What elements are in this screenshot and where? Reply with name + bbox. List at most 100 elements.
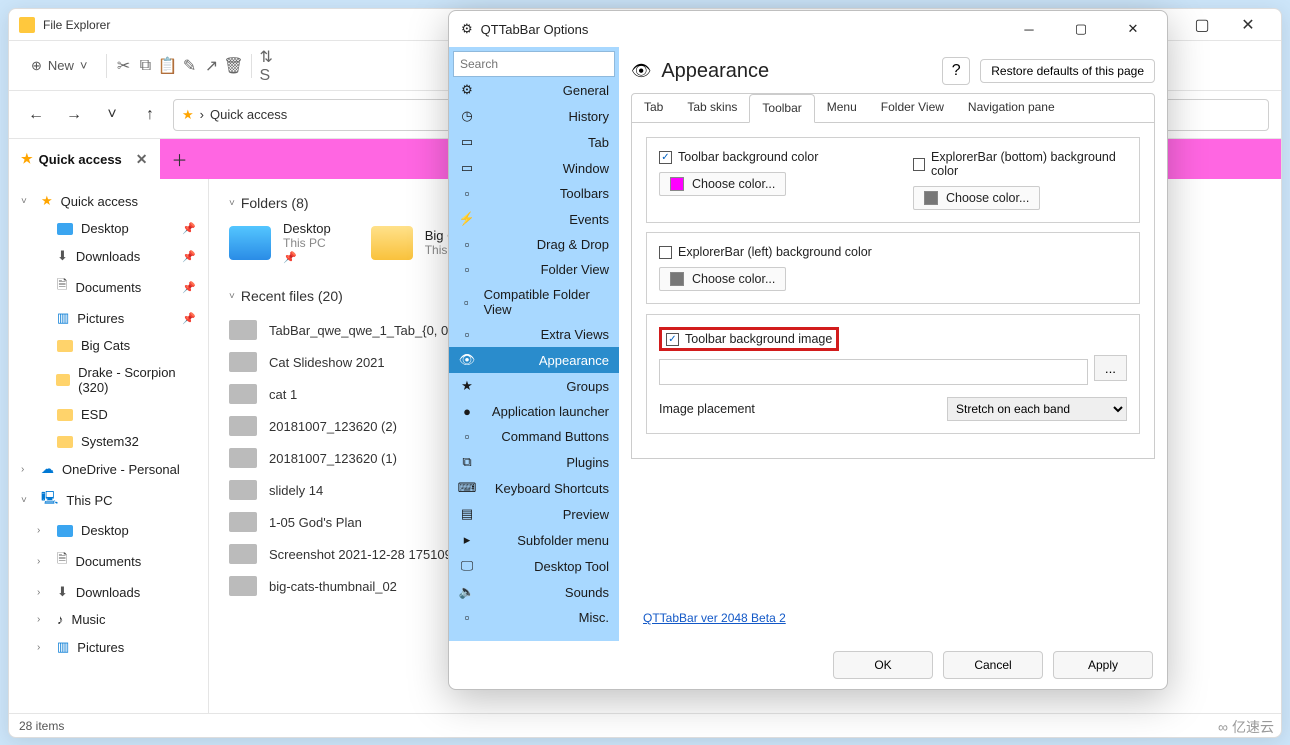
restore-defaults-button[interactable]: Restore defaults of this page [980, 59, 1155, 83]
category-item[interactable]: ▸Subfolder menu [449, 527, 619, 553]
category-item[interactable]: ▫Command Buttons [449, 424, 619, 449]
category-item[interactable]: ◷History [449, 103, 619, 129]
category-item[interactable]: ⌨Keyboard Shortcuts [449, 475, 619, 501]
page-heading: Appearance [661, 60, 932, 83]
delete-icon[interactable]: 🗑 [225, 56, 243, 76]
appearance-tab[interactable]: Navigation pane [956, 94, 1067, 122]
close-button[interactable]: ✕ [1225, 10, 1271, 40]
new-tab-button[interactable]: ＋ [160, 139, 200, 179]
category-item[interactable]: ▫Drag & Drop [449, 232, 619, 257]
up-button[interactable]: ↑ [135, 100, 165, 130]
category-item[interactable]: ★Groups [449, 373, 619, 399]
sort-icon[interactable]: ⇅ S [260, 47, 278, 85]
copy-icon[interactable]: ⧉ [137, 57, 155, 75]
grey-swatch [670, 272, 684, 286]
tab-close-icon[interactable]: ✕ [136, 151, 148, 168]
apply-button[interactable]: Apply [1053, 651, 1153, 679]
sidebar-item[interactable]: 🗎Documents📌 [9, 270, 208, 304]
category-item[interactable]: ▭Tab [449, 129, 619, 155]
gear-icon: ⚙ [461, 21, 473, 37]
dialog-titlebar: ⚙ QTTabBar Options ─ ▢ ✕ [449, 11, 1167, 47]
sidebar-item[interactable]: System32 [9, 428, 208, 455]
recent-button[interactable]: ˅ [97, 100, 127, 130]
tab-quick-access[interactable]: ★Quick access✕ [9, 139, 160, 179]
explorerbar-left-checkbox[interactable]: ExplorerBar (left) background color [659, 245, 1127, 259]
category-item[interactable]: 🔈Sounds [449, 579, 619, 605]
sidebar-item[interactable]: ⬇Downloads📌 [9, 242, 208, 270]
category-item[interactable]: ⚡Events [449, 206, 619, 232]
sidebar-item[interactable]: ˅★Quick access [9, 187, 208, 215]
category-item[interactable]: 👁Appearance [449, 347, 619, 373]
appearance-tab[interactable]: Toolbar [749, 94, 814, 123]
category-item[interactable]: ▫Misc. [449, 605, 619, 630]
folder-icon [19, 17, 35, 33]
category-item[interactable]: ▭Window [449, 155, 619, 181]
version-link[interactable]: QTTabBar ver 2048 Beta 2 [631, 605, 1155, 631]
appearance-tab[interactable]: Tab skins [675, 94, 749, 122]
paste-icon[interactable]: 📋 [159, 56, 177, 76]
dialog-close-button[interactable]: ✕ [1111, 21, 1155, 37]
appearance-tab[interactable]: Folder View [869, 94, 956, 122]
image-path-input[interactable] [659, 359, 1088, 385]
dialog-maximize-button[interactable]: ▢ [1059, 21, 1103, 37]
highlighted-option: ✓Toolbar background image [659, 327, 839, 351]
category-item[interactable]: ▫Extra Views [449, 322, 619, 347]
category-item[interactable]: ▫Folder View [449, 257, 619, 282]
file-thumb [229, 480, 257, 500]
sidebar-item[interactable]: ›🗎Documents [9, 544, 208, 578]
choose-color-button-2[interactable]: Choose color... [913, 186, 1040, 210]
category-item[interactable]: ⚙General [449, 77, 619, 103]
file-thumb [229, 416, 257, 436]
sidebar-item[interactable]: Big Cats [9, 332, 208, 359]
maximize-button[interactable]: ▢ [1179, 10, 1225, 40]
sidebar-item[interactable]: ▥Pictures📌 [9, 304, 208, 332]
back-button[interactable]: ← [21, 100, 51, 130]
sidebar-item[interactable]: ›☁OneDrive - Personal [9, 455, 208, 483]
forward-button[interactable]: → [59, 100, 89, 130]
appearance-tab[interactable]: Tab [632, 94, 675, 122]
image-placement-select[interactable]: Stretch on each band [947, 397, 1127, 421]
help-button[interactable]: ? [942, 57, 970, 85]
sidebar-item[interactable]: Drake - Scorpion (320) [9, 359, 208, 401]
file-thumb [229, 320, 257, 340]
star-icon: ★ [182, 107, 194, 123]
cut-icon[interactable]: ✂ [115, 56, 133, 76]
sidebar-item[interactable]: ESD [9, 401, 208, 428]
folder-icon [371, 226, 413, 260]
watermark: ∞ 亿速云 [1218, 717, 1274, 737]
rename-icon[interactable]: ✎ [181, 56, 199, 76]
sidebar-item[interactable]: ›♪Music [9, 606, 208, 633]
choose-color-button-1[interactable]: Choose color... [659, 172, 786, 196]
dialog-minimize-button[interactable]: ─ [1007, 22, 1051, 37]
category-item[interactable]: ●Application launcher [449, 399, 619, 424]
sidebar-item[interactable]: Desktop📌 [9, 215, 208, 242]
magenta-swatch [670, 177, 684, 191]
folder-card[interactable]: DesktopThis PC📌 [229, 221, 331, 264]
browse-button[interactable]: ... [1094, 355, 1127, 381]
cancel-button[interactable]: Cancel [943, 651, 1043, 679]
category-item[interactable]: ▤Preview [449, 501, 619, 527]
category-item[interactable]: ▫Toolbars [449, 181, 619, 206]
share-icon[interactable]: ↗ [203, 56, 221, 76]
search-input[interactable] [453, 51, 615, 77]
sidebar-item[interactable]: ›⬇Downloads [9, 578, 208, 606]
category-item[interactable]: ▫Compatible Folder View [449, 282, 619, 322]
choose-color-button-3[interactable]: Choose color... [659, 267, 786, 291]
file-thumb [229, 544, 257, 564]
file-thumb [229, 384, 257, 404]
navigation-pane: ˅★Quick accessDesktop📌⬇Downloads📌🗎Docume… [9, 179, 209, 713]
sidebar-item[interactable]: ›Desktop [9, 517, 208, 544]
sidebar-item[interactable]: ˅🖳This PC [9, 483, 208, 517]
appearance-tab[interactable]: Menu [815, 94, 869, 122]
category-item[interactable]: 🖵Desktop Tool [449, 553, 619, 579]
appearance-tabs: TabTab skinsToolbarMenuFolder ViewNaviga… [631, 93, 1155, 123]
ok-button[interactable]: OK [833, 651, 933, 679]
new-button[interactable]: ⊕ New ˅ [21, 52, 98, 80]
explorerbar-bottom-checkbox[interactable]: ExplorerBar (bottom) background color [913, 150, 1127, 178]
category-item[interactable]: ⧉Plugins [449, 449, 619, 475]
eye-icon: 👁 [631, 61, 651, 81]
sidebar-item[interactable]: ›▥Pictures [9, 633, 208, 661]
toolbar-bgcolor-checkbox[interactable]: ✓Toolbar background color [659, 150, 873, 164]
file-thumb [229, 448, 257, 468]
toolbar-bgimage-checkbox[interactable]: ✓Toolbar background image [666, 332, 832, 346]
